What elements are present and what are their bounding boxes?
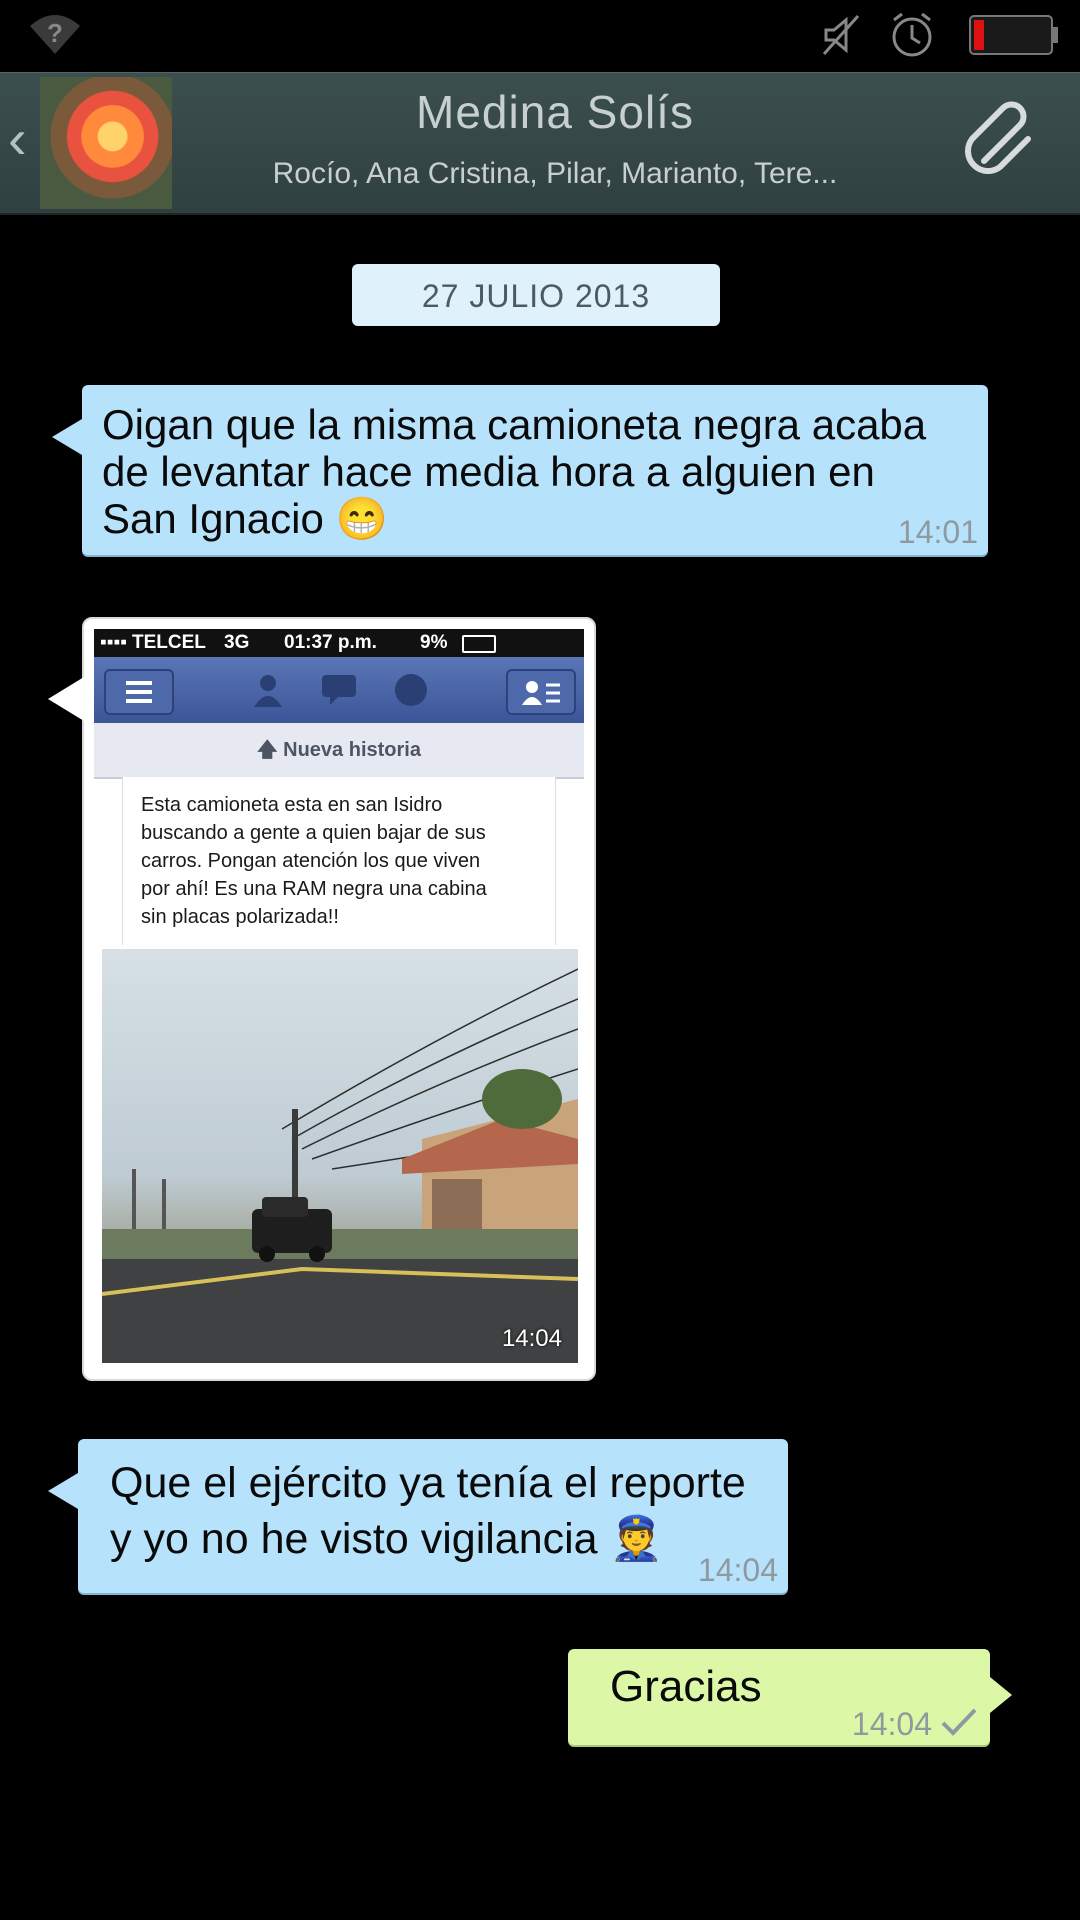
street-photo: 14:04 bbox=[102, 949, 578, 1363]
checkmark-icon bbox=[941, 1708, 977, 1736]
message-line: San Ignacio 😁 bbox=[102, 495, 926, 542]
messages-icon bbox=[322, 675, 356, 705]
battery-icon bbox=[462, 635, 496, 653]
post-line: sin placas polarizada!! bbox=[141, 906, 339, 928]
ios-status-bar: ▪▪▪▪ TELCEL 3G 01:37 p.m. 9% bbox=[94, 629, 584, 657]
message-bubble-incoming[interactable]: Que el ejército ya tenía el reporte y yo… bbox=[48, 1439, 788, 1593]
facebook-nav-bar bbox=[94, 657, 584, 723]
street-scene bbox=[102, 968, 578, 1363]
grin-emoji: 😁 bbox=[335, 495, 388, 542]
message-text: Que el ejército ya tenía el reporte y yo… bbox=[110, 1455, 746, 1567]
new-story-banner: 🡅 Nueva historia bbox=[94, 723, 584, 779]
message-text: Oigan que la misma camioneta negra acaba… bbox=[102, 401, 926, 542]
police-emoji: 👮 bbox=[609, 1515, 664, 1563]
network: 3G bbox=[224, 632, 250, 653]
image-message[interactable]: ▪▪▪▪ TELCEL 3G 01:37 p.m. 9% 🡅 Nueva his… bbox=[48, 617, 596, 1381]
svg-text:?: ? bbox=[47, 18, 63, 48]
message-line-text: y yo no he visto vigilancia bbox=[110, 1515, 598, 1563]
post-line: por ahí! Es una RAM negra una cabina bbox=[141, 878, 487, 900]
date-badge: 27 JULIO 2013 bbox=[352, 264, 720, 326]
post-line: Esta camioneta esta en san Isidro bbox=[141, 794, 443, 816]
message-time: 14:04 bbox=[697, 1552, 778, 1588]
chat-header: ‹ Medina Solís Rocío, Ana Cristina, Pila… bbox=[0, 72, 1080, 215]
carrier: TELCEL bbox=[132, 632, 206, 653]
status-bar: ? bbox=[0, 0, 1080, 72]
chevron-left-icon[interactable]: ‹ bbox=[8, 111, 27, 167]
message-time: 14:04 bbox=[851, 1706, 932, 1742]
globe-icon bbox=[395, 674, 427, 706]
post-line: buscando a gente a quien bajar de sus bbox=[141, 822, 486, 844]
message-time: 14:01 bbox=[897, 514, 978, 550]
battery-percent: 9% bbox=[420, 632, 448, 653]
paperclip-icon[interactable] bbox=[962, 99, 1046, 183]
message-bubble-incoming[interactable]: Oigan que la misma camioneta negra acaba… bbox=[52, 385, 988, 555]
new-story-label: Nueva historia bbox=[283, 739, 421, 761]
post-card: Esta camioneta esta en san Isidro buscan… bbox=[122, 777, 556, 945]
shared-screenshot[interactable]: ▪▪▪▪ TELCEL 3G 01:37 p.m. 9% 🡅 Nueva his… bbox=[94, 629, 584, 1369]
contacts-icon bbox=[506, 669, 576, 715]
wifi-question-icon: ? bbox=[30, 15, 80, 54]
message-line: y yo no he visto vigilancia 👮 bbox=[110, 1511, 746, 1567]
chat-title[interactable]: Medina Solís bbox=[200, 85, 910, 139]
menu-icon bbox=[104, 669, 174, 715]
message-line: de levantar hace media hora a alguien en bbox=[102, 448, 875, 495]
avatar[interactable] bbox=[40, 77, 172, 209]
chat-members[interactable]: Rocío, Ana Cristina, Pilar, Marianto, Te… bbox=[200, 157, 910, 191]
message-text: Gracias bbox=[610, 1662, 762, 1711]
post-text: Esta camioneta esta en san Isidro buscan… bbox=[141, 791, 541, 931]
message-line: Que el ejército ya tenía el reporte bbox=[110, 1459, 746, 1507]
message-line: Oigan que la misma camioneta negra acaba bbox=[102, 401, 927, 448]
friends-icon bbox=[254, 675, 282, 707]
message-line-text: San Ignacio bbox=[102, 495, 324, 542]
clock: 01:37 p.m. bbox=[284, 632, 377, 653]
battery-low-icon bbox=[969, 15, 1058, 55]
image-time: 14:04 bbox=[501, 1325, 562, 1352]
mute-icon bbox=[822, 14, 860, 56]
signal-icon: ▪▪▪▪ bbox=[100, 632, 127, 653]
arrow-up-icon: 🡅 bbox=[257, 739, 284, 761]
message-bubble-outgoing[interactable]: Gracias 14:04 bbox=[568, 1649, 1012, 1745]
post-line: carros. Pongan atención los que viven bbox=[141, 850, 481, 872]
alarm-icon bbox=[892, 12, 932, 57]
